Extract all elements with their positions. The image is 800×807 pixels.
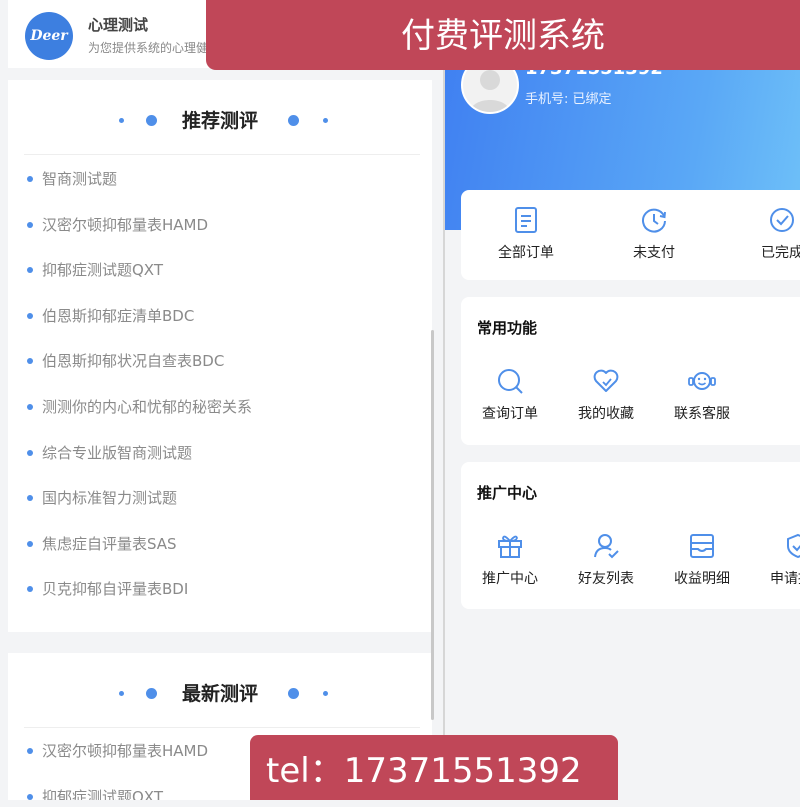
section-title: 推荐测评	[181, 110, 258, 132]
recommended-list: 智商测试题 汉密尔顿抑郁量表HAMD 抑郁症测试题QXT 伯恩斯抑郁症清单BDC…	[8, 165, 432, 621]
search-icon	[498, 369, 523, 394]
list-item[interactable]: 抑郁症测试题QXT	[8, 256, 432, 302]
order-label: 未支付	[633, 245, 675, 261]
site-title: 心理测试	[88, 16, 149, 34]
left-pane: Deer 心理测试 为您提供系统的心理健康测评 推荐测评 智商测试题 汉密尔顿抑…	[0, 0, 440, 800]
promotion-card: 推广中心 推广中心 好友列表 收益明细 申请	[461, 462, 800, 609]
promotion-label: 好友列表	[578, 571, 634, 587]
promotion-label: 申请提现	[770, 571, 800, 587]
divider	[24, 727, 420, 728]
bind-status: 手机号: 已绑定	[525, 92, 612, 107]
gift-icon	[498, 535, 522, 558]
latest-header: 最新测评	[8, 679, 432, 709]
contact-support-button[interactable]: 联系客服	[654, 367, 750, 423]
wallet-icon	[690, 534, 714, 558]
right-pane: 17371551392 手机号: 已绑定 全部订单 未支付	[445, 0, 800, 800]
decor-dot	[288, 688, 299, 699]
bottom-banner: tel：17371551392	[250, 735, 618, 800]
list-item[interactable]: 综合专业版智商测试题	[8, 439, 432, 485]
clock-icon	[642, 208, 666, 233]
all-orders-button[interactable]: 全部订单	[478, 206, 574, 262]
divider	[24, 154, 420, 155]
query-orders-button[interactable]: 查询订单	[462, 367, 558, 423]
headset-icon	[688, 372, 716, 390]
card-title: 推广中心	[477, 484, 538, 502]
heart-icon	[593, 369, 619, 392]
list-item[interactable]: 焦虑症自评量表SAS	[8, 530, 432, 576]
list-item[interactable]: 测测你的内心和忧郁的秘密关系	[8, 393, 432, 439]
top-banner: 付费评测系统	[206, 0, 800, 70]
promotion-label: 收益明细	[674, 571, 730, 587]
withdraw-button[interactable]: 申请提现	[750, 532, 800, 588]
recommended-section: 推荐测评 智商测试题 汉密尔顿抑郁量表HAMD 抑郁症测试题QXT 伯恩斯抑郁症…	[8, 80, 432, 632]
recommended-header: 推荐测评	[8, 106, 432, 136]
function-label: 联系客服	[674, 406, 730, 422]
list-item[interactable]: 伯恩斯抑郁状况自查表BDC	[8, 347, 432, 393]
logo: Deer	[25, 12, 73, 60]
unpaid-orders-button[interactable]: 未支付	[606, 206, 702, 262]
card-title: 常用功能	[477, 319, 538, 337]
function-label: 我的收藏	[578, 406, 634, 422]
favorites-button[interactable]: 我的收藏	[558, 367, 654, 423]
section-title: 最新测评	[181, 683, 258, 705]
order-label: 已完成	[761, 245, 800, 261]
top-banner-text: 付费评测系统	[401, 16, 605, 56]
function-label: 查询订单	[482, 406, 538, 422]
shield-icon	[787, 533, 800, 559]
list-item[interactable]: 伯恩斯抑郁症清单BDC	[8, 302, 432, 348]
order-label: 全部订单	[498, 245, 554, 261]
friends-list-button[interactable]: 好友列表	[558, 532, 654, 588]
promotion-center-button[interactable]: 推广中心	[462, 532, 558, 588]
decor-dot	[288, 115, 299, 126]
earnings-detail-button[interactable]: 收益明细	[654, 532, 750, 588]
promotion-label: 推广中心	[482, 571, 538, 587]
list-item[interactable]: 贝克抑郁自评量表BDI	[8, 575, 432, 621]
completed-orders-button[interactable]: 已完成	[734, 206, 800, 262]
functions-card: 常用功能 查询订单 我的收藏 联系客服	[461, 297, 800, 445]
decor-dot	[323, 691, 328, 696]
scrollbar[interactable]	[431, 330, 434, 720]
document-icon	[515, 207, 537, 233]
orders-card: 全部订单 未支付 已完成	[461, 190, 800, 280]
list-item[interactable]: 智商测试题	[8, 165, 432, 211]
user-icon	[594, 534, 619, 559]
list-item[interactable]: 国内标准智力测试题	[8, 484, 432, 530]
decor-dot	[323, 118, 328, 123]
check-circle-icon	[770, 208, 794, 232]
list-item[interactable]: 汉密尔顿抑郁量表HAMD	[8, 211, 432, 257]
